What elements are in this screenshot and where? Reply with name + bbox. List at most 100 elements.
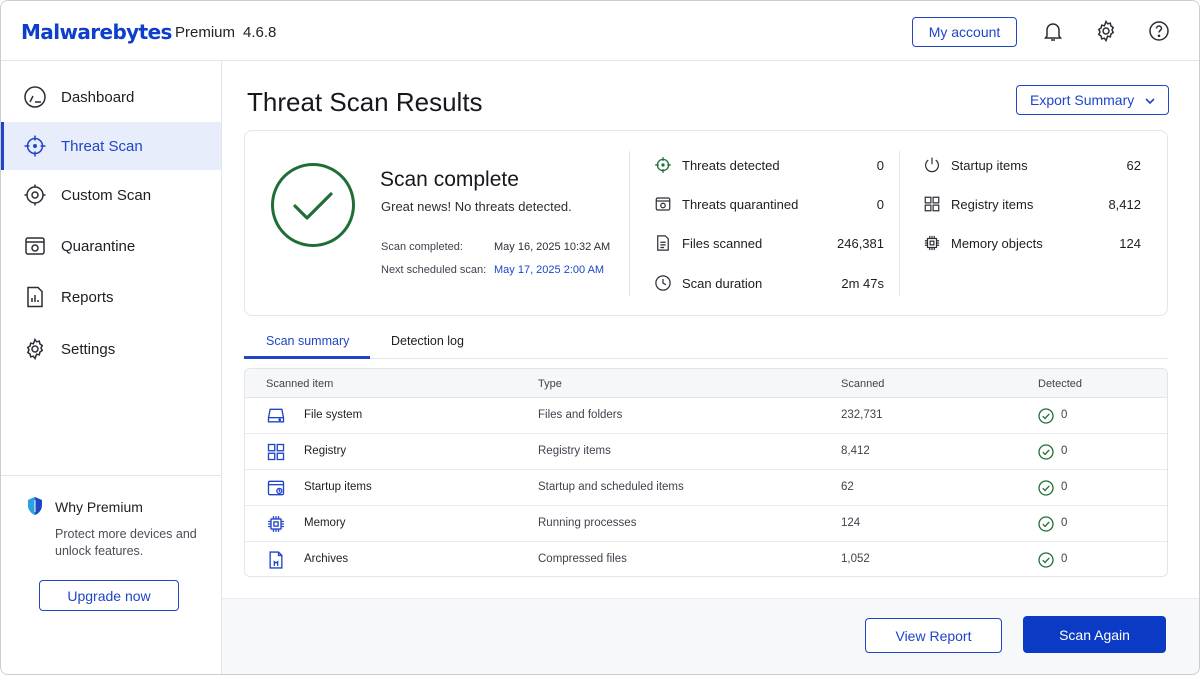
- stat-value: 0: [876, 158, 884, 173]
- stat-value: 0: [876, 197, 884, 212]
- column-header: Type: [538, 378, 562, 390]
- sidebar: Dashboard Threat Scan Custom Scan Quaran…: [1, 61, 222, 674]
- column-header: Detected: [1038, 378, 1083, 390]
- row-detected: 0: [1061, 409, 1068, 421]
- sidebar-item-label: Custom Scan: [61, 186, 152, 204]
- target-icon: [24, 184, 46, 206]
- gear-icon[interactable]: [1094, 19, 1118, 43]
- tabs-baseline: [244, 358, 1168, 359]
- stat-label: Startup items: [951, 158, 1028, 173]
- row-detected: 0: [1061, 553, 1068, 565]
- drive-icon: [267, 408, 285, 423]
- upgrade-now-button[interactable]: Upgrade now: [39, 580, 179, 611]
- stat-label: Threats detected: [682, 158, 780, 173]
- sidebar-item-settings[interactable]: Settings: [1, 325, 221, 373]
- stat-label: Scan duration: [682, 276, 763, 291]
- row-scanned: 124: [841, 517, 861, 529]
- row-type: Startup and scheduled items: [538, 481, 684, 493]
- sidebar-item-dashboard[interactable]: Dashboard: [1, 73, 221, 121]
- help-icon[interactable]: [1147, 19, 1171, 43]
- crosshair-icon: [655, 157, 671, 173]
- stat-files-scanned: Files scanned 246,381: [654, 234, 884, 254]
- row-item-name: File system: [304, 409, 363, 421]
- gear-icon: [26, 337, 44, 361]
- next-scan-value[interactable]: May 17, 2025 2:00 AM: [494, 264, 604, 276]
- quarantine-icon: [655, 197, 671, 211]
- scan-status-message: Great news! No threats detected.: [381, 199, 572, 214]
- stat-startup-items: Startup items 62: [923, 156, 1141, 176]
- chevron-down-icon: [1145, 98, 1155, 105]
- dashboard-icon: [24, 86, 46, 108]
- stats-divider: [629, 151, 630, 296]
- stat-threats-quarantined: Threats quarantined 0: [654, 195, 884, 215]
- check-circle-icon: [1038, 408, 1054, 424]
- grid-icon: [267, 443, 285, 461]
- check-circle-icon: [1038, 516, 1054, 532]
- stats-divider: [899, 151, 900, 296]
- sidebar-divider: [1, 475, 221, 476]
- stat-threats-detected: Threats detected 0: [654, 156, 884, 176]
- brand-logo: Malwarebytes: [21, 20, 172, 44]
- my-account-button[interactable]: My account: [912, 17, 1017, 47]
- table-row[interactable]: Memory Running processes 124 0: [245, 506, 1167, 542]
- stat-memory-objects: Memory objects 124: [923, 234, 1141, 254]
- file-icon: [657, 235, 669, 251]
- scan-summary-card: Scan complete Great news! No threats det…: [244, 130, 1168, 316]
- sidebar-item-quarantine[interactable]: Quarantine: [1, 222, 221, 270]
- chip-icon: [924, 235, 940, 251]
- report-icon: [27, 286, 43, 308]
- stat-label: Threats quarantined: [682, 197, 799, 212]
- crosshair-icon: [24, 135, 46, 157]
- stat-scan-duration: Scan duration 2m 47s: [654, 274, 884, 294]
- version-number: 4.6.8: [243, 24, 277, 41]
- table-header: Scanned item Type Scanned Detected: [245, 369, 1167, 398]
- tab-detection-log[interactable]: Detection log: [391, 334, 464, 359]
- archive-icon: [269, 551, 283, 569]
- stat-value: 62: [1126, 158, 1141, 173]
- row-type: Running processes: [538, 517, 637, 529]
- scan-completed-label: Scan completed:: [381, 241, 463, 253]
- stat-label: Files scanned: [682, 236, 763, 251]
- column-header: Scanned: [841, 378, 885, 390]
- sidebar-item-custom-scan[interactable]: Custom Scan: [1, 171, 221, 219]
- row-scanned: 8,412: [841, 445, 870, 457]
- app-header: Malwarebytes Premium 4.6.8 My account: [1, 1, 1199, 61]
- power-icon: [925, 157, 939, 173]
- shield-icon: [28, 497, 42, 515]
- chip-icon: [268, 516, 284, 532]
- row-item-name: Memory: [304, 517, 346, 529]
- sidebar-item-label: Threat Scan: [61, 137, 143, 155]
- bell-icon[interactable]: [1041, 19, 1065, 43]
- check-circle-icon: [1038, 480, 1054, 496]
- sidebar-item-threat-scan[interactable]: Threat Scan: [1, 122, 221, 170]
- stat-registry-items: Registry items 8,412: [923, 195, 1141, 215]
- row-detected: 0: [1061, 445, 1068, 457]
- scan-again-button[interactable]: Scan Again: [1023, 616, 1166, 653]
- table-row[interactable]: Registry Registry items 8,412 0: [245, 434, 1167, 470]
- stat-value: 2m 47s: [841, 276, 884, 291]
- table-row[interactable]: Archives Compressed files 1,052 0: [245, 542, 1167, 576]
- edition-label: Premium 4.6.8: [175, 24, 276, 41]
- export-summary-button[interactable]: Export Summary: [1016, 85, 1169, 115]
- row-item-name: Registry: [304, 445, 347, 457]
- scan-status-title: Scan complete: [380, 168, 519, 191]
- table-row[interactable]: Startup items Startup and scheduled item…: [245, 470, 1167, 506]
- sidebar-item-label: Dashboard: [61, 88, 135, 106]
- success-check-icon: [271, 163, 355, 247]
- row-scanned: 1,052: [841, 553, 870, 565]
- scan-summary-table: Scanned item Type Scanned Detected File …: [244, 368, 1168, 577]
- premium-description: Protect more devices and unlock features…: [55, 527, 197, 558]
- table-row[interactable]: File system Files and folders 232,731 0: [245, 398, 1167, 434]
- row-item-name: Archives: [304, 553, 349, 565]
- check-circle-icon: [1038, 552, 1054, 568]
- view-report-button[interactable]: View Report: [865, 618, 1002, 653]
- stat-value: 246,381: [837, 236, 884, 251]
- sidebar-item-label: Settings: [61, 340, 116, 358]
- row-detected: 0: [1061, 517, 1068, 529]
- stat-value: 124: [1119, 236, 1141, 251]
- row-type: Files and folders: [538, 409, 623, 421]
- sidebar-item-reports[interactable]: Reports: [1, 273, 221, 321]
- row-detected: 0: [1061, 481, 1068, 493]
- scan-completed-value: May 16, 2025 10:32 AM: [494, 241, 611, 253]
- stat-label: Registry items: [951, 197, 1034, 212]
